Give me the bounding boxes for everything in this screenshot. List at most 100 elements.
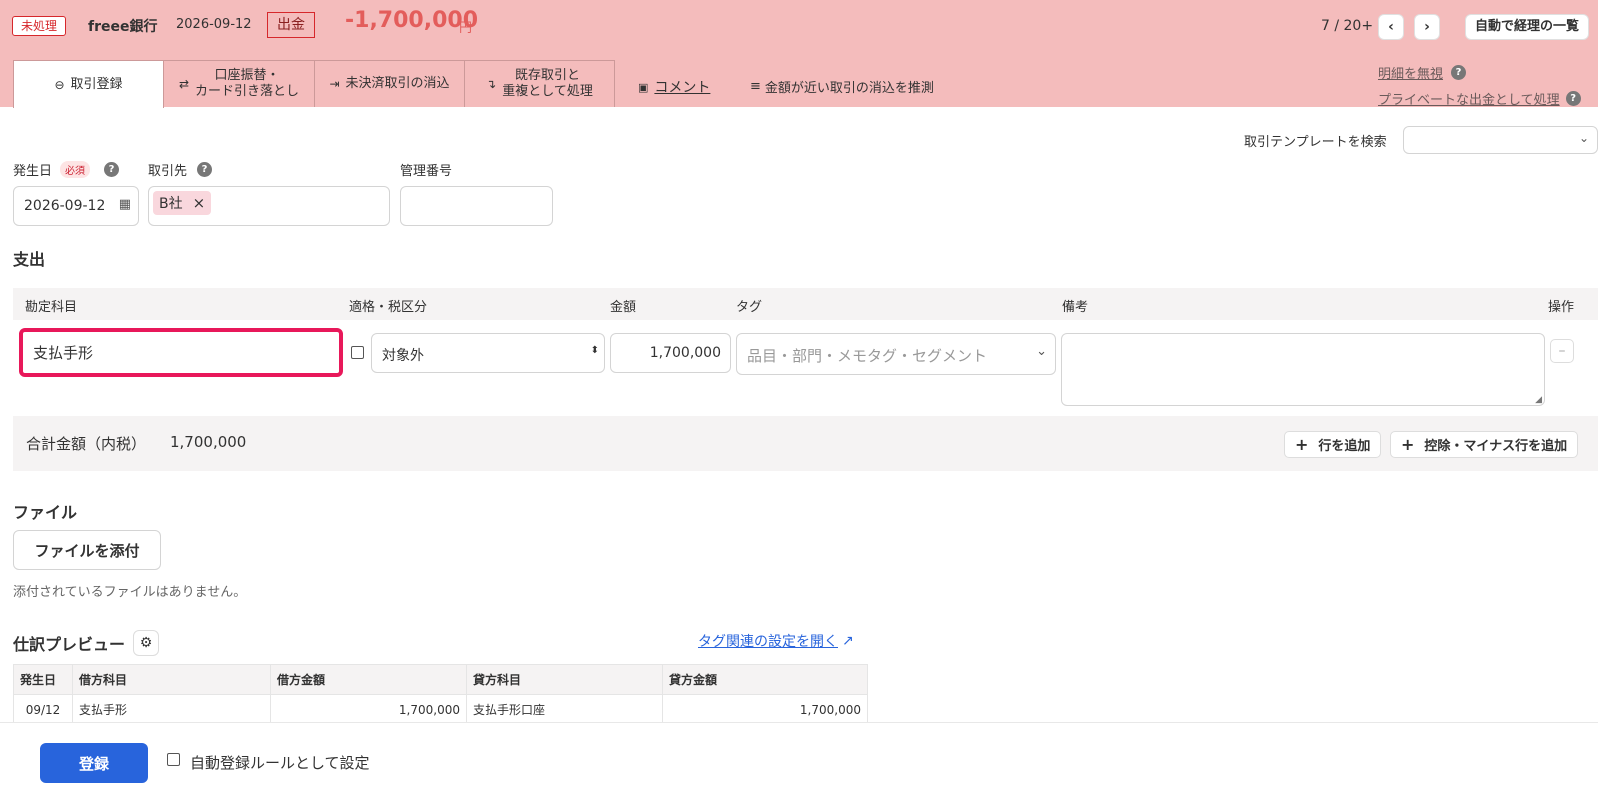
col-action: 操作 <box>1548 300 1575 315</box>
account-input[interactable]: 支払手形 <box>19 328 343 377</box>
mgmt-number-label: 管理番号 <box>400 164 453 179</box>
no-file-text: 添付されているファイルはありません。 <box>13 585 247 600</box>
total-label: 合計金額（内税） <box>26 435 147 453</box>
total-value: 1,700,000 <box>170 433 247 451</box>
bank-name: freee銀行 <box>88 19 158 35</box>
ignore-link[interactable]: 明細を無視 <box>1378 63 1443 82</box>
tab-reconcile[interactable]: ⇥ 未決済取引の消込 <box>314 60 465 107</box>
transaction-header: 未処理 freee銀行 2026-09-12 出金 -1,700,000 円 7… <box>0 0 1598 108</box>
close-icon[interactable]: × <box>193 194 206 212</box>
gear-icon[interactable]: ⚙ <box>133 630 160 656</box>
plus-icon: + <box>1295 435 1309 454</box>
remove-row-button[interactable]: – <box>1550 339 1574 363</box>
ignore-statement: 明細を無視 ? <box>1378 63 1467 82</box>
private-link[interactable]: プライベートな出金として処理 <box>1378 89 1560 108</box>
mgmt-number-input[interactable] <box>400 186 553 226</box>
tab-duplicate[interactable]: ↴ 既存取引と 重複として処理 <box>464 60 615 107</box>
merge-icon: ↴ <box>486 77 497 91</box>
date-label: 発生日 <box>13 164 53 179</box>
help-icon[interactable]: ? <box>104 162 120 177</box>
minus-icon: – <box>1558 343 1566 359</box>
qualified-checkbox[interactable] <box>351 346 364 359</box>
chevron-left-icon: ‹ <box>1388 19 1394 35</box>
tab-label: 口座振替・ カード引き落とし <box>195 68 300 99</box>
journal-preview-table: 発生日 借方科目 借方金額 貸方科目 貸方金額 09/12 支払手形 1,700… <box>13 664 868 725</box>
cell-debit-account: 支払手形 <box>72 694 271 725</box>
col-tax: 適格・税区分 <box>349 300 428 315</box>
tag-select[interactable]: 品目・部門・メモタグ・セグメント ⌄ <box>736 333 1056 375</box>
partner-input[interactable]: B社 × <box>148 186 390 226</box>
tax-value: 対象外 <box>382 348 424 364</box>
auto-rule-checkbox[interactable] <box>167 753 180 766</box>
pager-text: 7 / 20+ <box>1321 18 1374 34</box>
account-value: 支払手形 <box>33 344 94 362</box>
plus-icon: + <box>1401 435 1415 454</box>
expense-table-header: 勘定科目 適格・税区分 金額 タグ 備考 操作 <box>13 288 1598 320</box>
reconcile-icon: ⇥ <box>329 77 340 91</box>
amount-input[interactable]: 1,700,000 <box>610 333 731 373</box>
updown-icon: ⬍ <box>590 345 599 356</box>
col-amount: 金額 <box>610 300 637 315</box>
tag-settings-label: タグ関連の設定を開く <box>698 634 838 650</box>
help-icon[interactable]: ? <box>1565 91 1581 106</box>
tab-label: 金額が近い取引の消込を推測 <box>764 81 934 96</box>
tab-label: 未決済取引の消込 <box>345 76 450 91</box>
private-expense: プライベートな出金として処理 ? <box>1378 89 1581 108</box>
col-note: 備考 <box>1062 300 1089 315</box>
add-row-label: 行を追加 <box>1318 439 1371 454</box>
tab-account-transfer[interactable]: ⇄ 口座振替・ カード引き落とし <box>163 60 315 107</box>
calendar-icon[interactable]: ▦ <box>119 197 131 212</box>
chevron-down-icon: ⌄ <box>1578 131 1589 145</box>
partner-field-label: 取引先 ? <box>148 160 213 179</box>
help-icon[interactable]: ? <box>1451 65 1467 80</box>
col-account: 勘定科目 <box>25 300 78 315</box>
transfer-icon: ⇄ <box>178 77 190 91</box>
add-row-button[interactable]: + 行を追加 <box>1284 431 1382 458</box>
auto-list-button[interactable]: 自動で経理の一覧 <box>1465 14 1590 40</box>
cell-debit-amount: 1,700,000 <box>270 694 467 725</box>
submit-button[interactable]: 登録 <box>40 743 148 783</box>
template-search-label: 取引テンプレートを検索 <box>1244 135 1387 150</box>
external-link-icon: ↗ <box>842 633 854 649</box>
tab-suggest-reconcile[interactable]: ≡ 金額が近い取引の消込を推測 <box>750 77 934 96</box>
resize-handle-icon[interactable]: ◢ <box>1535 395 1542 405</box>
footer-bar: 登録 自動登録ルールとして設定 <box>0 722 1598 794</box>
status-badge: 未処理 <box>12 16 67 36</box>
tax-select[interactable]: 対象外 ⬍ <box>371 333 605 373</box>
auto-rule-label: 自動登録ルールとして設定 <box>190 754 370 772</box>
attach-file-button[interactable]: ファイルを添付 <box>13 530 161 570</box>
col-tag: タグ <box>736 300 763 315</box>
partner-label: 取引先 <box>148 164 188 179</box>
comment-icon: ▣ <box>638 80 649 94</box>
file-title: ファイル <box>13 503 78 522</box>
tab-comment[interactable]: ▣ コメント <box>638 77 710 97</box>
note-textarea[interactable]: ◢ <box>1061 333 1545 406</box>
chevron-down-icon: ⌄ <box>1036 344 1047 359</box>
amount-value: 1,700,000 <box>649 345 721 361</box>
prev-button[interactable]: ‹ <box>1378 14 1404 40</box>
expense-title: 支出 <box>13 250 46 269</box>
tab-register[interactable]: ⊖ 取引登録 <box>13 60 164 108</box>
cell-date: 09/12 <box>13 694 73 725</box>
table-row: 09/12 支払手形 1,700,000 支払手形口座 1,700,000 <box>13 694 868 725</box>
add-minus-row-button[interactable]: + 控除・マイナス行を追加 <box>1390 431 1579 458</box>
tag-settings-link[interactable]: タグ関連の設定を開く ↗ <box>698 631 854 651</box>
template-search-select[interactable]: ⌄ <box>1403 126 1598 154</box>
help-icon[interactable]: ? <box>197 162 213 177</box>
direction-badge: 出金 <box>267 12 315 38</box>
date-input[interactable]: 2026-09-12 ▦ <box>13 186 139 226</box>
partner-chip-label: B社 <box>159 196 183 212</box>
add-minus-row-label: 控除・マイナス行を追加 <box>1424 439 1568 454</box>
tab-label: 既存取引と 重複として処理 <box>502 68 593 99</box>
col-debit-amount: 借方金額 <box>270 664 467 695</box>
col-credit-amount: 貸方金額 <box>662 664 868 695</box>
tag-placeholder: 品目・部門・メモタグ・セグメント <box>747 347 988 365</box>
total-bar: 合計金額（内税） 1,700,000 + 行を追加 + 控除・マイナス行を追加 <box>13 416 1598 471</box>
col-credit-account: 貸方科目 <box>466 664 663 695</box>
next-button[interactable]: › <box>1414 14 1440 40</box>
list-check-icon: ≡ <box>750 79 761 94</box>
date-value: 2026-09-12 <box>24 198 106 214</box>
header-date: 2026-09-12 <box>176 17 252 32</box>
partner-chip: B社 × <box>153 191 212 215</box>
minus-circle-icon: ⊖ <box>54 77 65 92</box>
